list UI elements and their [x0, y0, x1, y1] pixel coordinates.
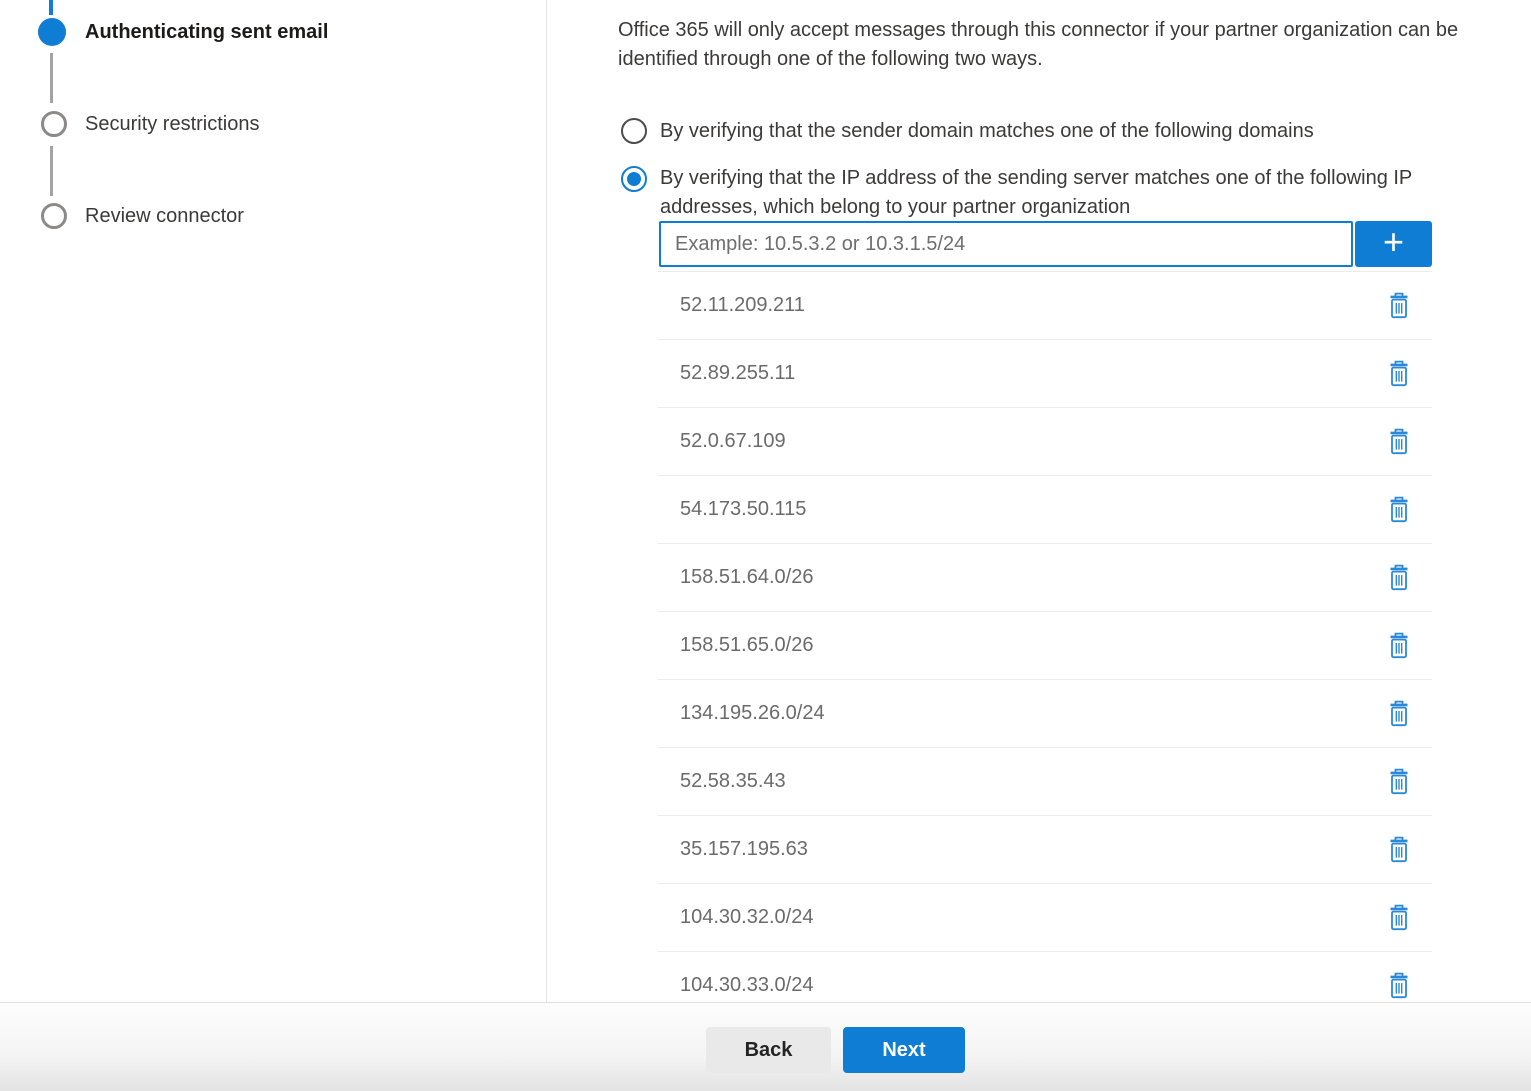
ip-list-item: 52.11.209.211: [658, 272, 1432, 340]
page-description: Office 365 will only accept messages thr…: [618, 16, 1530, 74]
ip-list-item: 52.58.35.43: [658, 748, 1432, 816]
radio-ip-address-label[interactable]: By verifying that the IP address of the …: [660, 164, 1490, 222]
ip-list-item: 54.173.50.115: [658, 476, 1432, 544]
ip-address-value: 158.51.64.0/26: [680, 566, 813, 589]
delete-ip-button[interactable]: [1382, 764, 1416, 800]
step-security-restrictions: Security restrictions: [85, 112, 260, 136]
trash-icon: [1388, 496, 1410, 523]
radio-sender-domain-label[interactable]: By verifying that the sender domain matc…: [660, 117, 1314, 146]
ip-address-value: 52.89.255.11: [680, 362, 795, 385]
step-active-dot: [38, 18, 66, 46]
ip-list-item: 134.195.26.0/24: [658, 680, 1432, 748]
radio-ip-address[interactable]: [621, 166, 647, 192]
delete-ip-button[interactable]: [1382, 628, 1416, 664]
trash-icon: [1388, 632, 1410, 659]
trash-icon: [1388, 360, 1410, 387]
delete-ip-button[interactable]: [1382, 424, 1416, 460]
ip-address-value: 52.0.67.109: [680, 430, 786, 453]
trash-icon: [1388, 836, 1410, 863]
delete-ip-button[interactable]: [1382, 968, 1416, 1004]
trash-icon: [1388, 972, 1410, 999]
trash-icon: [1388, 564, 1410, 591]
ip-input-row: +: [659, 221, 1432, 267]
ip-list-item: 52.89.255.11: [658, 340, 1432, 408]
back-button[interactable]: Back: [706, 1027, 831, 1073]
delete-ip-button[interactable]: [1382, 832, 1416, 868]
wizard-footer: Back Next: [0, 1002, 1531, 1091]
ip-address-list: 52.11.209.211 52.89.255.11 52.0.67.109: [658, 271, 1432, 1020]
delete-ip-button[interactable]: [1382, 356, 1416, 392]
pane-divider: [546, 0, 547, 1002]
delete-ip-button[interactable]: [1382, 492, 1416, 528]
ip-list-item: 52.0.67.109: [658, 408, 1432, 476]
ip-list-item: 158.51.65.0/26: [658, 612, 1432, 680]
next-button[interactable]: Next: [843, 1027, 965, 1073]
ip-address-value: 104.30.32.0/24: [680, 906, 813, 929]
ip-address-value: 35.157.195.63: [680, 838, 808, 861]
connector-wizard-screen: Authenticating sent email Security restr…: [0, 0, 1531, 1091]
plus-icon: +: [1383, 224, 1404, 260]
radio-sender-domain[interactable]: [621, 118, 647, 144]
step-review-connector: Review connector: [85, 204, 244, 228]
ip-list-item: 158.51.64.0/26: [658, 544, 1432, 612]
trash-icon: [1388, 904, 1410, 931]
ip-list-item: 104.30.32.0/24: [658, 884, 1432, 952]
step-authenticating-sent-email: Authenticating sent email: [85, 20, 328, 44]
delete-ip-button[interactable]: [1382, 696, 1416, 732]
stepper-connector: [50, 146, 53, 196]
ip-address-value: 54.173.50.115: [680, 498, 806, 521]
trash-icon: [1388, 700, 1410, 727]
ip-address-input[interactable]: [659, 221, 1353, 267]
ip-list-item: 35.157.195.63: [658, 816, 1432, 884]
delete-ip-button[interactable]: [1382, 900, 1416, 936]
ip-address-value: 134.195.26.0/24: [680, 702, 825, 725]
ip-address-value: 52.58.35.43: [680, 770, 786, 793]
ip-address-value: 52.11.209.211: [680, 294, 805, 317]
stepper-connector-top: [49, 0, 53, 15]
trash-icon: [1388, 768, 1410, 795]
delete-ip-button[interactable]: [1382, 288, 1416, 324]
step-dot: [41, 203, 67, 229]
trash-icon: [1388, 292, 1410, 319]
delete-ip-button[interactable]: [1382, 560, 1416, 596]
step-dot: [41, 111, 67, 137]
wizard-stepper: Authenticating sent email Security restr…: [0, 0, 546, 1002]
ip-address-value: 158.51.65.0/26: [680, 634, 813, 657]
add-ip-button[interactable]: +: [1355, 221, 1432, 267]
stepper-connector: [50, 53, 53, 103]
trash-icon: [1388, 428, 1410, 455]
ip-address-value: 104.30.33.0/24: [680, 974, 813, 997]
